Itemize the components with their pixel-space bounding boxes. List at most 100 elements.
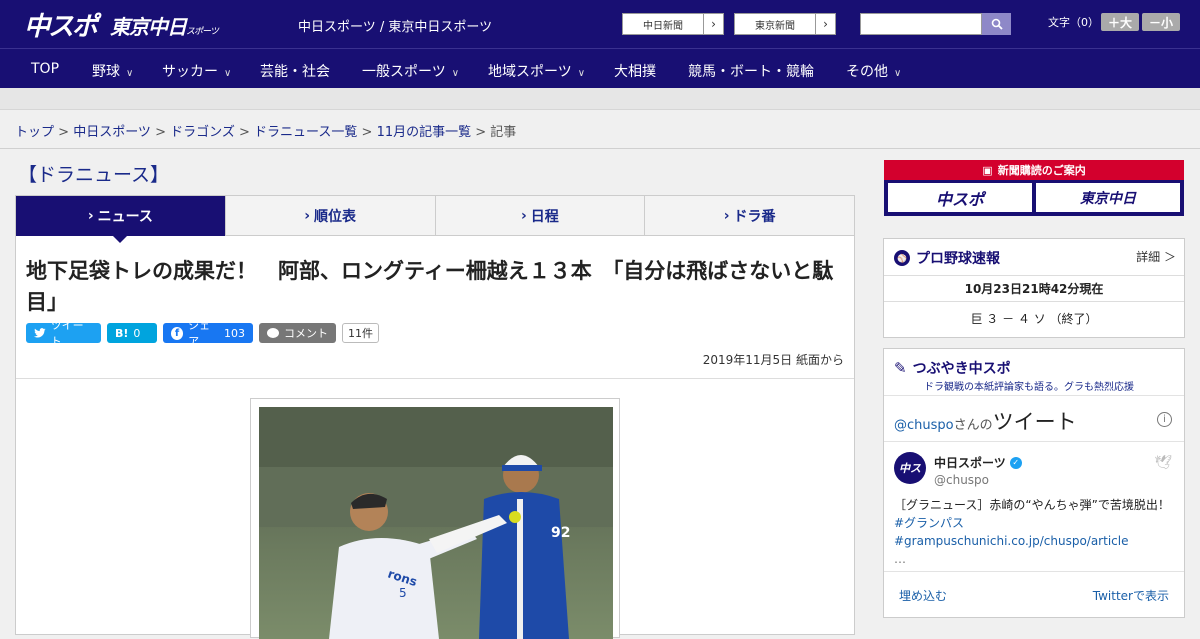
tweet-label: ツイート	[50, 319, 84, 348]
subscription-ad[interactable]: ▣ 新聞購読のご案内 中スポ 東京中日	[884, 160, 1184, 216]
info-icon[interactable]: i	[1157, 412, 1172, 427]
breadcrumb-dora-news[interactable]: ドラニュース一覧	[254, 125, 357, 140]
facebook-icon: f	[171, 326, 184, 340]
ad-tokyo-chunichi-logo[interactable]: 東京中日	[1036, 183, 1180, 212]
site-link[interactable]: 中日スポーツ / 東京中日スポーツ	[298, 16, 492, 35]
breadcrumb-top[interactable]: トップ	[15, 125, 54, 140]
scoreboard-detail-link[interactable]: 詳細 ＞	[1136, 248, 1176, 265]
timeline-tweets-label: ツイート	[992, 410, 1077, 434]
chevron-down-icon: ∨	[126, 68, 134, 79]
scoreboard-card: ⚾ プロ野球速報 詳細 ＞ 10月23日21時42分現在 巨 ３ － ４ ソ （…	[883, 238, 1185, 338]
tweet-button[interactable]: ツイート	[26, 319, 101, 348]
tab-schedule[interactable]: › 日程	[435, 196, 646, 236]
nav-label: サッカー	[162, 64, 218, 80]
timeline-san: さんの	[953, 418, 993, 433]
nav-other[interactable]: その他 ∨	[846, 61, 901, 81]
pen-icon: ✎	[894, 359, 907, 377]
chevron-down-icon: ∨	[224, 68, 232, 79]
newspaper-icon: ▣	[982, 163, 993, 177]
twitter-card-title: ✎ つぶやき中スポ	[894, 358, 1011, 378]
score-line[interactable]: 巨 ３ － ４ ソ （終了）	[884, 310, 1184, 327]
font-larger-button[interactable]: ＋大	[1101, 13, 1139, 31]
timeline-header: @chuspoさんのツイート	[894, 406, 1077, 436]
timeline-handle-link[interactable]: @chuspo	[894, 418, 954, 433]
chevron-right-icon: ›	[87, 208, 94, 224]
chuspo-logo[interactable]: 中スポ	[24, 6, 98, 43]
divider	[16, 378, 854, 379]
twitter-bird-icon	[34, 328, 46, 338]
nav-sumo[interactable]: 大相撲	[614, 61, 656, 81]
score-time: 10月23日21時42分現在	[964, 282, 1104, 296]
chevron-down-icon: ∨	[577, 68, 586, 79]
breadcrumb-chunichi-sports[interactable]: 中日スポーツ	[73, 125, 151, 140]
article-headline: 地下足袋トレの成果だ！ 阿部、ロングティー柵越え１３本 「自分は飛ばさないと駄目…	[26, 259, 834, 314]
embed-link[interactable]: 埋め込む	[899, 587, 947, 604]
chevron-right-icon: ›	[304, 207, 311, 224]
baseball-icon: ⚾	[894, 250, 910, 266]
tweet-body: ［グラニュース］赤崎の“やんちゃ弾”で苦境脱出！ #グランパス #grampus…	[894, 496, 1176, 568]
chunichi-shimbun-button[interactable]: 中日新聞 ›	[622, 13, 724, 35]
chunichi-shimbun-label: 中日新聞	[643, 20, 683, 32]
chevron-down-icon: ∨	[894, 68, 902, 79]
view-on-twitter-link[interactable]: Twitterで表示	[1093, 587, 1169, 604]
divider	[884, 441, 1184, 442]
comment-label: コメント	[284, 327, 328, 340]
hatena-count: 0	[133, 326, 141, 340]
scoreboard-title-label: プロ野球速報	[916, 251, 1000, 267]
search-button[interactable]	[982, 13, 1011, 35]
divider	[884, 301, 1184, 302]
tokyo-shimbun-button[interactable]: 東京新聞 ›	[734, 13, 836, 35]
facebook-share-button[interactable]: f シェア 103	[163, 319, 253, 348]
nav-general-sports[interactable]: 一般スポーツ ∨	[362, 61, 459, 81]
twitter-card-title-label: つぶやき中スポ	[912, 361, 1011, 377]
search-input[interactable]	[860, 13, 982, 35]
tweet-author-handle: @chuspo	[934, 473, 990, 487]
nav-label: 野球	[92, 64, 120, 80]
avatar[interactable]: 中ス	[894, 452, 926, 484]
tweet-body-hashtags[interactable]: #グランパス #grampuschunichi.co.jp/chuspo/art…	[894, 514, 1176, 550]
font-smaller-button[interactable]: －小	[1142, 13, 1180, 31]
nav-label: 芸能・社会	[260, 64, 330, 80]
social-buttons: ツイート B! 0 f シェア 103 コメント 11件	[26, 319, 379, 348]
nav-label: その他	[846, 64, 888, 80]
twitter-bird-icon[interactable]: 🕊	[1154, 455, 1172, 471]
hatena-bookmark-button[interactable]: B! 0	[107, 323, 157, 343]
article-photo[interactable]: 92 rons 5	[259, 407, 613, 639]
tokyo-logo-text: 東京中日	[110, 15, 187, 39]
top-header: 中スポ 東京中日スポーツ 中日スポーツ / 東京中日スポーツ 中日新聞 › 東京…	[0, 0, 1200, 48]
nav-label: 一般スポーツ	[362, 64, 446, 80]
tweet-author[interactable]: 中日スポーツ ✓	[934, 454, 1022, 471]
chevron-right-icon: ›	[815, 14, 835, 34]
chevron-right-icon: ›	[520, 207, 527, 224]
tokyo-chunichi-logo[interactable]: 東京中日スポーツ	[110, 11, 219, 40]
nav-racing[interactable]: 競馬・ボート・競輪	[688, 61, 814, 81]
breadcrumb: トップ > 中日スポーツ > ドラゴンズ > ドラニュース一覧 > 11月の記事…	[15, 125, 517, 140]
tweet-body-ellipsis: …	[894, 552, 906, 566]
section-title: 【ドラニュース】	[18, 164, 170, 186]
svg-text:5: 5	[399, 586, 407, 600]
nav-local-sports[interactable]: 地域スポーツ ∨	[488, 61, 585, 81]
comment-button[interactable]: コメント	[259, 323, 336, 343]
comment-count: 11件	[342, 323, 379, 343]
tab-news[interactable]: › ニュース	[16, 196, 226, 243]
subscription-header-label: 新聞購読のご案内	[997, 164, 1086, 177]
ad-chuspo-logo[interactable]: 中スポ	[888, 183, 1032, 212]
breadcrumb-november[interactable]: 11月の記事一覧	[377, 125, 472, 140]
nav-label: 地域スポーツ	[488, 64, 572, 80]
breadcrumb-current: 記事	[490, 125, 517, 140]
subscription-header: ▣ 新聞購読のご案内	[884, 160, 1184, 180]
nav-top[interactable]: TOP	[31, 61, 59, 77]
tab-doraban[interactable]: › ドラ番	[645, 196, 854, 236]
tweet-body-line-1: ［グラニュース］赤崎の“やんちゃ弾”で苦境脱出！	[894, 498, 1170, 512]
tab-label: ドラ番	[733, 208, 776, 225]
sub-strip	[0, 88, 1200, 110]
nav-entertainment[interactable]: 芸能・社会	[260, 61, 330, 81]
hatena-label: B!	[115, 326, 129, 340]
divider	[884, 395, 1184, 396]
divider	[884, 275, 1184, 276]
nav-label: 競馬・ボート・競輪	[688, 64, 814, 80]
nav-baseball[interactable]: 野球 ∨	[92, 61, 133, 81]
tab-standings[interactable]: › 順位表	[225, 196, 436, 236]
nav-soccer[interactable]: サッカー ∨	[162, 61, 231, 81]
breadcrumb-dragons[interactable]: ドラゴンズ	[170, 125, 235, 140]
